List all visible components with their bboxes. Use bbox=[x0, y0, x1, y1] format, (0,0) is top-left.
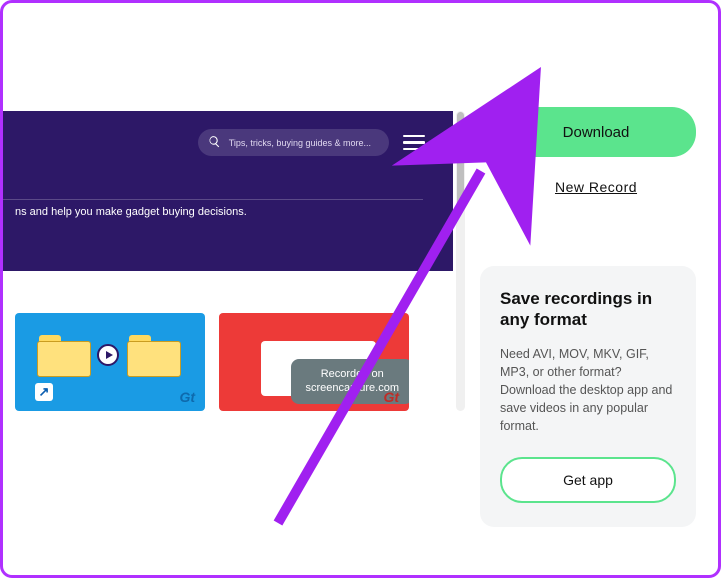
actions-pane: Download New Record bbox=[496, 107, 696, 195]
thumbnail-row: ↗ Gt Recorded on screencapture.com Gt bbox=[15, 313, 409, 411]
menu-icon[interactable] bbox=[403, 135, 425, 151]
brand-badge: Gt bbox=[383, 389, 399, 405]
top-bar: Tips, tricks, buying guides & more... bbox=[3, 111, 453, 156]
download-button[interactable]: Download bbox=[496, 107, 696, 157]
folder-icon bbox=[37, 335, 89, 375]
get-app-button[interactable]: Get app bbox=[500, 457, 676, 503]
site-tagline: ns and help you make gadget buying decis… bbox=[3, 206, 453, 218]
search-input[interactable]: Tips, tricks, buying guides & more... bbox=[198, 129, 389, 156]
brand-badge: Gt bbox=[179, 389, 195, 405]
divider bbox=[3, 199, 423, 200]
search-placeholder: Tips, tricks, buying guides & more... bbox=[229, 138, 371, 148]
promo-description: Need AVI, MOV, MKV, GIF, MP3, or other f… bbox=[500, 345, 676, 436]
folders-illustration bbox=[37, 335, 179, 375]
scrollbar[interactable] bbox=[456, 111, 465, 411]
article-thumbnail[interactable]: ↗ Gt bbox=[15, 313, 205, 411]
promo-title: Save recordings in any format bbox=[500, 288, 676, 331]
search-icon bbox=[208, 135, 221, 150]
site-header: Tips, tricks, buying guides & more... ns… bbox=[3, 111, 453, 271]
article-thumbnail[interactable]: Recorded on screencapture.com Gt bbox=[219, 313, 409, 411]
watermark-line: Recorded on bbox=[321, 368, 384, 380]
new-record-link[interactable]: New Record bbox=[555, 179, 637, 195]
promo-card: Save recordings in any format Need AVI, … bbox=[480, 266, 696, 527]
folder-icon bbox=[127, 335, 179, 375]
shortcut-icon: ↗ bbox=[35, 383, 53, 401]
arrow-right-icon bbox=[97, 344, 119, 366]
